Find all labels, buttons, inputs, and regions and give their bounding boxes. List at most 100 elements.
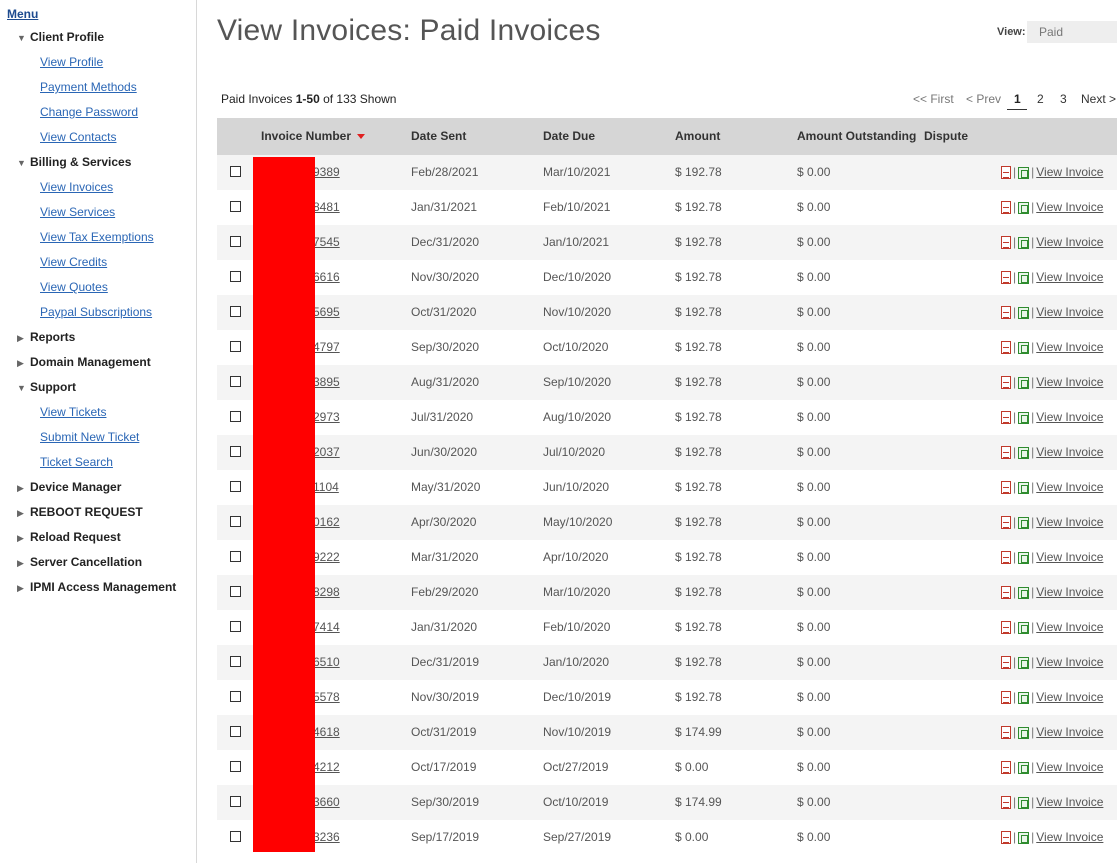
row-checkbox[interactable] [230,201,241,212]
view-invoice-link[interactable]: View Invoice [1036,235,1103,249]
pager-page-3[interactable]: 3 [1060,90,1067,108]
invoice-number-link[interactable]: 4212 [313,750,340,785]
invoice-number-link[interactable]: 0162 [313,505,340,540]
sidebar-link[interactable]: Payment Methods [40,77,137,97]
invoice-number-link[interactable]: 1104 [313,470,339,505]
excel-icon[interactable] [1018,306,1030,319]
excel-icon[interactable] [1018,481,1030,494]
view-invoice-link[interactable]: View Invoice [1036,445,1103,459]
invoice-number-link[interactable]: 5578 [313,680,340,715]
pdf-icon[interactable] [1001,376,1011,390]
invoice-number-link[interactable]: 9389 [313,155,340,190]
view-invoice-link[interactable]: View Invoice [1036,585,1103,599]
sidebar-link[interactable]: Change Password [40,102,138,122]
col-dispute[interactable]: Dispute [924,118,968,155]
sidebar-section-7[interactable]: ▶ Reload Request [17,527,121,547]
menu-link[interactable]: Menu [7,7,38,21]
sidebar-section-5[interactable]: ▶ Device Manager [17,477,121,497]
row-checkbox[interactable] [230,551,241,562]
excel-icon[interactable] [1018,201,1030,214]
invoice-number-link[interactable]: 7414 [313,610,340,645]
row-checkbox[interactable] [230,831,241,842]
row-checkbox[interactable] [230,656,241,667]
invoice-number-link[interactable]: 4797 [313,330,340,365]
view-invoice-link[interactable]: View Invoice [1036,760,1103,774]
pdf-icon[interactable] [1001,586,1011,600]
row-checkbox[interactable] [230,166,241,177]
pdf-icon[interactable] [1001,551,1011,565]
invoice-number-link[interactable]: 6510 [313,645,340,680]
invoice-number-link[interactable]: 2973 [313,400,340,435]
row-checkbox[interactable] [230,621,241,632]
col-amount-outstanding[interactable]: Amount Outstanding [797,118,916,155]
pdf-icon[interactable] [1001,831,1011,845]
invoice-number-link[interactable]: 3660 [313,785,340,820]
sidebar-link[interactable]: View Tickets [40,402,106,422]
row-checkbox[interactable] [230,341,241,352]
sidebar-link[interactable]: View Contacts [40,127,116,147]
excel-icon[interactable] [1018,621,1030,634]
excel-icon[interactable] [1018,551,1030,564]
excel-icon[interactable] [1018,761,1030,774]
excel-icon[interactable] [1018,586,1030,599]
pdf-icon[interactable] [1001,691,1011,705]
row-checkbox[interactable] [230,306,241,317]
pdf-icon[interactable] [1001,481,1011,495]
excel-icon[interactable] [1018,341,1030,354]
excel-icon[interactable] [1018,726,1030,739]
row-checkbox[interactable] [230,446,241,457]
row-checkbox[interactable] [230,481,241,492]
view-invoice-link[interactable]: View Invoice [1036,725,1103,739]
row-checkbox[interactable] [230,236,241,247]
sidebar-link[interactable]: View Credits [40,252,107,272]
excel-icon[interactable] [1018,516,1030,529]
row-checkbox[interactable] [230,376,241,387]
pdf-icon[interactable] [1001,306,1011,320]
excel-icon[interactable] [1018,691,1030,704]
sidebar-link[interactable]: Ticket Search [40,452,113,472]
invoice-number-link[interactable]: 2037 [313,435,340,470]
view-invoice-link[interactable]: View Invoice [1036,340,1103,354]
row-checkbox[interactable] [230,726,241,737]
sidebar-section-2[interactable]: ▶ Reports [17,327,75,347]
excel-icon[interactable] [1018,271,1030,284]
sidebar-section-1[interactable]: ▼ Billing & Services [17,152,131,172]
row-checkbox[interactable] [230,761,241,772]
pdf-icon[interactable] [1001,656,1011,670]
invoice-number-link[interactable]: 3236 [313,820,340,855]
pdf-icon[interactable] [1001,166,1011,180]
pdf-icon[interactable] [1001,726,1011,740]
excel-icon[interactable] [1018,236,1030,249]
view-invoice-link[interactable]: View Invoice [1036,690,1103,704]
sidebar-section-3[interactable]: ▶ Domain Management [17,352,151,372]
excel-icon[interactable] [1018,411,1030,424]
col-date-sent[interactable]: Date Sent [411,118,466,155]
sidebar-section-0[interactable]: ▼ Client Profile [17,27,104,47]
view-select[interactable]: Paid [1027,21,1117,43]
excel-icon[interactable] [1018,166,1030,179]
view-invoice-link[interactable]: View Invoice [1036,620,1103,634]
sidebar-link[interactable]: View Quotes [40,277,108,297]
view-invoice-link[interactable]: View Invoice [1036,830,1103,844]
view-invoice-link[interactable]: View Invoice [1036,795,1103,809]
excel-icon[interactable] [1018,376,1030,389]
invoice-number-link[interactable]: 7545 [313,225,340,260]
pager-next[interactable]: Next > [1081,90,1116,108]
view-invoice-link[interactable]: View Invoice [1036,515,1103,529]
sidebar-section-9[interactable]: ▶ IPMI Access Management [17,577,176,597]
pdf-icon[interactable] [1001,516,1011,530]
pager-page-1[interactable]: 1 [1014,90,1021,108]
view-invoice-link[interactable]: View Invoice [1036,550,1103,564]
sidebar-link[interactable]: Submit New Ticket [40,427,139,447]
view-invoice-link[interactable]: View Invoice [1036,165,1103,179]
invoice-number-link[interactable]: 6616 [313,260,340,295]
excel-icon[interactable] [1018,446,1030,459]
pager-page-2[interactable]: 2 [1037,90,1044,108]
invoice-number-link[interactable]: 9222 [313,540,340,575]
pdf-icon[interactable] [1001,271,1011,285]
sidebar-section-6[interactable]: ▶ REBOOT REQUEST [17,502,143,522]
pdf-icon[interactable] [1001,446,1011,460]
view-invoice-link[interactable]: View Invoice [1036,375,1103,389]
pdf-icon[interactable] [1001,411,1011,425]
row-checkbox[interactable] [230,516,241,527]
